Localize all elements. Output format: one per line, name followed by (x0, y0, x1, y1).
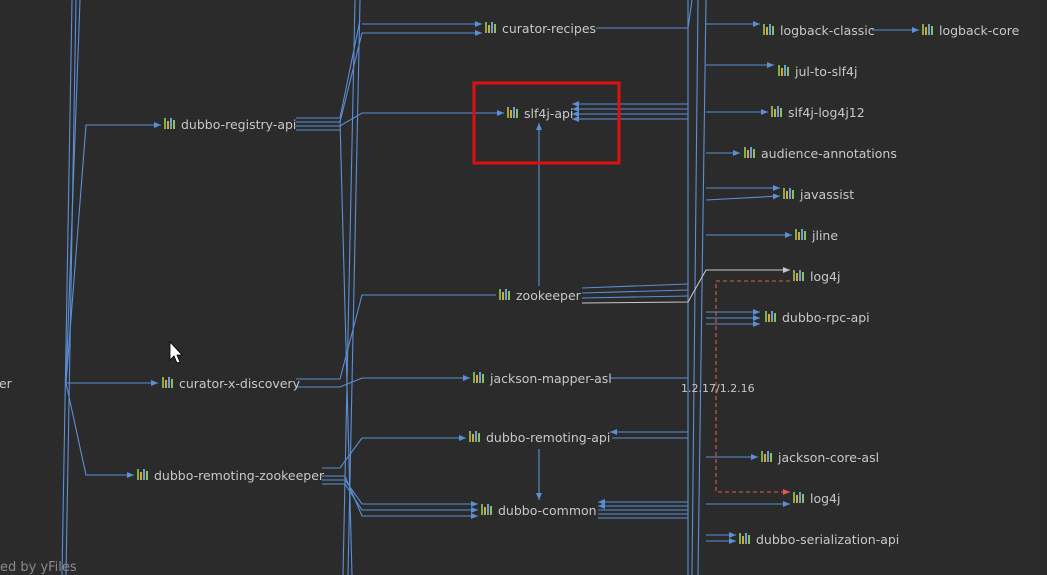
library-icon (795, 229, 806, 240)
node-label: dubbo-serialization-api (756, 532, 899, 547)
node-dubbo-serialization-api[interactable]: dubbo-serialization-api (739, 532, 899, 547)
node-label: dubbo-remoting-api (486, 430, 610, 445)
edge-line (705, 193, 781, 201)
node-label: zookeeper (0, 376, 13, 391)
edge-registry-recipes (296, 30, 482, 123)
node-curator-x-discovery[interactable]: curator-x-discovery (162, 376, 301, 391)
edge-line (596, 0, 693, 29)
edge-line (691, 0, 699, 575)
node-label: log4j (810, 269, 840, 284)
edge-zk-remoting-zk (65, 382, 134, 478)
node-dubbo-remoting-api[interactable]: dubbo-remoting-api (469, 430, 610, 445)
node-label: jul-to-slf4j (794, 64, 857, 79)
yfiles-watermark: ed by yFiles (0, 560, 77, 575)
node-zookeeper-left[interactable]: zookeeper (0, 376, 13, 391)
node-label: dubbo-common (498, 503, 597, 518)
library-icon (771, 106, 782, 117)
node-logback-core[interactable]: logback-core (922, 23, 1020, 38)
node-logback-classic[interactable]: logback-classic (763, 23, 875, 38)
node-slf4j-log4j12[interactable]: slf4j-log4j12 (771, 105, 865, 120)
library-icon (765, 311, 776, 322)
node-jackson-mapper-asl[interactable]: jackson-mapper-asl (473, 371, 612, 386)
node-log4j-top[interactable]: log4j (793, 269, 840, 284)
library-icon (162, 377, 173, 388)
library-icon (499, 289, 510, 300)
nodes: curator-recipes logback-classic logback-co… (0, 21, 1020, 547)
edge-line (581, 283, 689, 289)
edge-line (65, 0, 81, 384)
node-label: dubbo-rpc-api (782, 310, 870, 325)
node-dubbo-common[interactable]: dubbo-common (481, 503, 597, 518)
library-icon (507, 107, 518, 118)
library-icon (761, 451, 772, 462)
node-label: jackson-core-asl (777, 450, 879, 465)
library-icon (739, 533, 750, 544)
node-zookeeper-mid[interactable]: zookeeper (499, 288, 582, 303)
library-icon (137, 469, 148, 480)
node-label: logback-classic (780, 23, 875, 38)
mouse-cursor-icon (169, 340, 183, 364)
node-label: curator-recipes (502, 21, 596, 36)
node-label: slf4j-api (524, 106, 573, 121)
library-icon (778, 65, 789, 76)
library-icon (164, 118, 175, 129)
node-label: jackson-mapper-asl (489, 371, 612, 386)
node-label: dubbo-registry-api (181, 117, 296, 132)
node-label: jline (811, 228, 838, 243)
library-icon (763, 24, 774, 35)
library-icon (793, 492, 804, 503)
edge-line (322, 437, 363, 469)
library-icon (783, 188, 794, 199)
edges (61, 0, 919, 575)
node-dubbo-remoting-zookeeper[interactable]: dubbo-remoting-zookeeper (137, 468, 325, 483)
node-label: zookeeper (516, 288, 582, 303)
node-jackson-core-asl[interactable]: jackson-core-asl (761, 450, 879, 465)
node-dubbo-registry-api[interactable]: dubbo-registry-api (164, 117, 296, 132)
node-slf4j-api[interactable]: slf4j-api (507, 106, 573, 121)
edge-line (339, 119, 353, 575)
library-icon (922, 24, 933, 35)
edge-line (296, 19, 361, 119)
library-icon (744, 147, 755, 158)
node-label: log4j (810, 491, 840, 506)
dependency-graph[interactable]: curator-recipes logback-classic logback-co… (0, 0, 1047, 575)
node-label: slf4j-log4j12 (788, 105, 865, 120)
node-label: javassist (799, 187, 854, 202)
edge-zk-registry (65, 122, 161, 384)
version-label: 1.2.17/1.2.16 (681, 382, 755, 395)
node-javassist[interactable]: javassist (783, 187, 854, 202)
edge-line (697, 0, 707, 575)
node-label: logback-core (939, 23, 1020, 38)
node-curator-recipes[interactable]: curator-recipes (485, 21, 596, 36)
node-audience-annotations[interactable]: audience-annotations (744, 146, 897, 161)
edge-line (322, 483, 478, 513)
library-icon (793, 270, 804, 281)
node-dubbo-rpc-api[interactable]: dubbo-rpc-api (765, 310, 870, 325)
node-label: curator-x-discovery (179, 376, 301, 391)
node-label: dubbo-remoting-zookeeper (154, 468, 325, 483)
library-icon (481, 504, 492, 515)
edge-line (581, 289, 689, 294)
library-icon (469, 431, 480, 442)
node-jline[interactable]: jline (795, 228, 838, 243)
library-icon (473, 372, 484, 383)
edge-line (581, 295, 689, 299)
highlight-box (472, 81, 621, 165)
node-log4j-bottom[interactable]: log4j (793, 491, 840, 506)
node-label: audience-annotations (761, 146, 897, 161)
node-jul-to-slf4j[interactable]: jul-to-slf4j (778, 64, 857, 79)
library-icon (485, 22, 496, 33)
edge-line (296, 294, 496, 380)
